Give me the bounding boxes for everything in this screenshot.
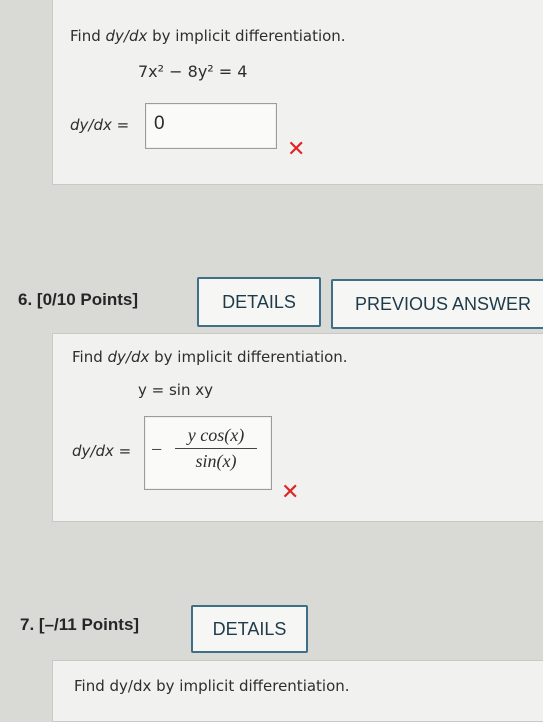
- question-7-header: 7. [–/11 Points]: [20, 615, 139, 635]
- cross-mark-icon: ✕: [281, 480, 300, 505]
- question-5-equation: 7x² − 8y² = 4: [138, 62, 248, 81]
- instruction-variable: dy/dx: [107, 348, 150, 366]
- question-7-instruction: Find dy/dx by implicit differentiation.: [74, 677, 350, 695]
- question-6-header: 6. [0/10 Points]: [18, 290, 138, 310]
- question-number: 7.: [20, 615, 35, 634]
- question-points: [–/11 Points]: [38, 615, 140, 634]
- question-6-answer-label: dy/dx =: [72, 442, 132, 460]
- cross-mark-icon: ✕: [287, 137, 306, 162]
- previous-answers-button[interactable]: PREVIOUS ANSWER: [331, 279, 543, 329]
- question-5-answer-value: 0: [154, 113, 165, 134]
- instruction-variable: dy/dx: [105, 27, 148, 45]
- answer-fraction: y cos(x) sin(x): [175, 425, 257, 472]
- details-button[interactable]: DETAILS: [197, 277, 321, 327]
- question-6-answer-box[interactable]: − y cos(x) sin(x): [144, 416, 272, 490]
- instruction-text: by implicit differentiation.: [149, 348, 348, 366]
- fraction-numerator: y cos(x): [187, 425, 245, 445]
- fraction-denominator: sin(x): [195, 451, 237, 471]
- fraction-bar: [175, 448, 257, 449]
- question-6-equation: y = sin xy: [138, 381, 213, 399]
- question-6-instruction: Find dy/dx by implicit differentiation.: [72, 348, 348, 366]
- question-points: [0/10 Points]: [36, 290, 139, 309]
- question-5-answer-box[interactable]: 0: [145, 103, 277, 149]
- instruction-text: Find: [70, 27, 106, 45]
- instruction-text: Find: [72, 348, 108, 366]
- question-5-instruction: Find dy/dx by implicit differentiation.: [70, 27, 346, 45]
- question-number: 6.: [18, 290, 33, 309]
- details-button[interactable]: DETAILS: [191, 605, 308, 653]
- answer-minus-sign: −: [151, 439, 163, 461]
- instruction-text: by implicit differentiation.: [147, 27, 346, 45]
- question-5-answer-label: dy/dx =: [70, 116, 130, 134]
